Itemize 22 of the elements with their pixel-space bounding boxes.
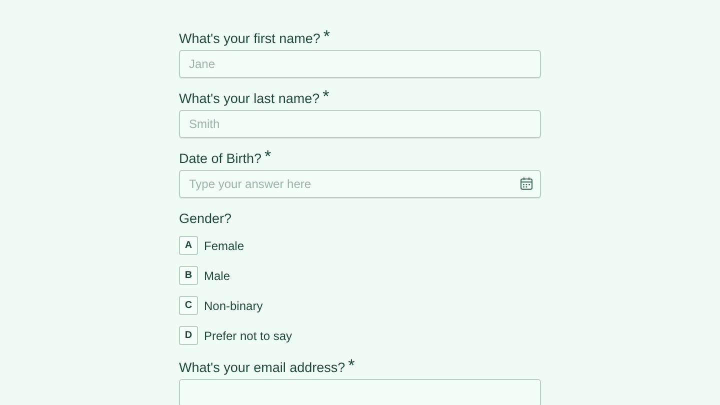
option-key[interactable]: D	[179, 326, 198, 345]
input-field[interactable]: Smith	[179, 110, 541, 138]
required-mark: *	[264, 149, 272, 165]
option-label[interactable]: Non-binary	[204, 298, 263, 312]
input-field[interactable]	[179, 379, 541, 405]
required-mark: *	[323, 29, 330, 45]
option-key[interactable]: C	[179, 296, 198, 315]
question-label: What's your first name?	[179, 30, 320, 48]
question-label: What's your email address?	[179, 359, 346, 377]
input-field[interactable]: Jane	[179, 50, 541, 78]
question-label: Date of Birth?	[179, 150, 262, 168]
question-label: What's your last name?	[179, 90, 320, 108]
required-mark: *	[322, 89, 330, 105]
option-label[interactable]: Female	[204, 238, 244, 252]
option-label[interactable]: Male	[204, 268, 230, 282]
calendar-icon[interactable]	[520, 177, 533, 190]
option-key[interactable]: A	[179, 236, 198, 255]
required-mark: *	[348, 358, 355, 374]
option-key[interactable]: B	[179, 266, 198, 285]
option-label[interactable]: Prefer not to say	[204, 328, 292, 342]
question-label: Gender?	[179, 210, 232, 228]
date-field[interactable]: Type your answer here	[179, 170, 541, 198]
